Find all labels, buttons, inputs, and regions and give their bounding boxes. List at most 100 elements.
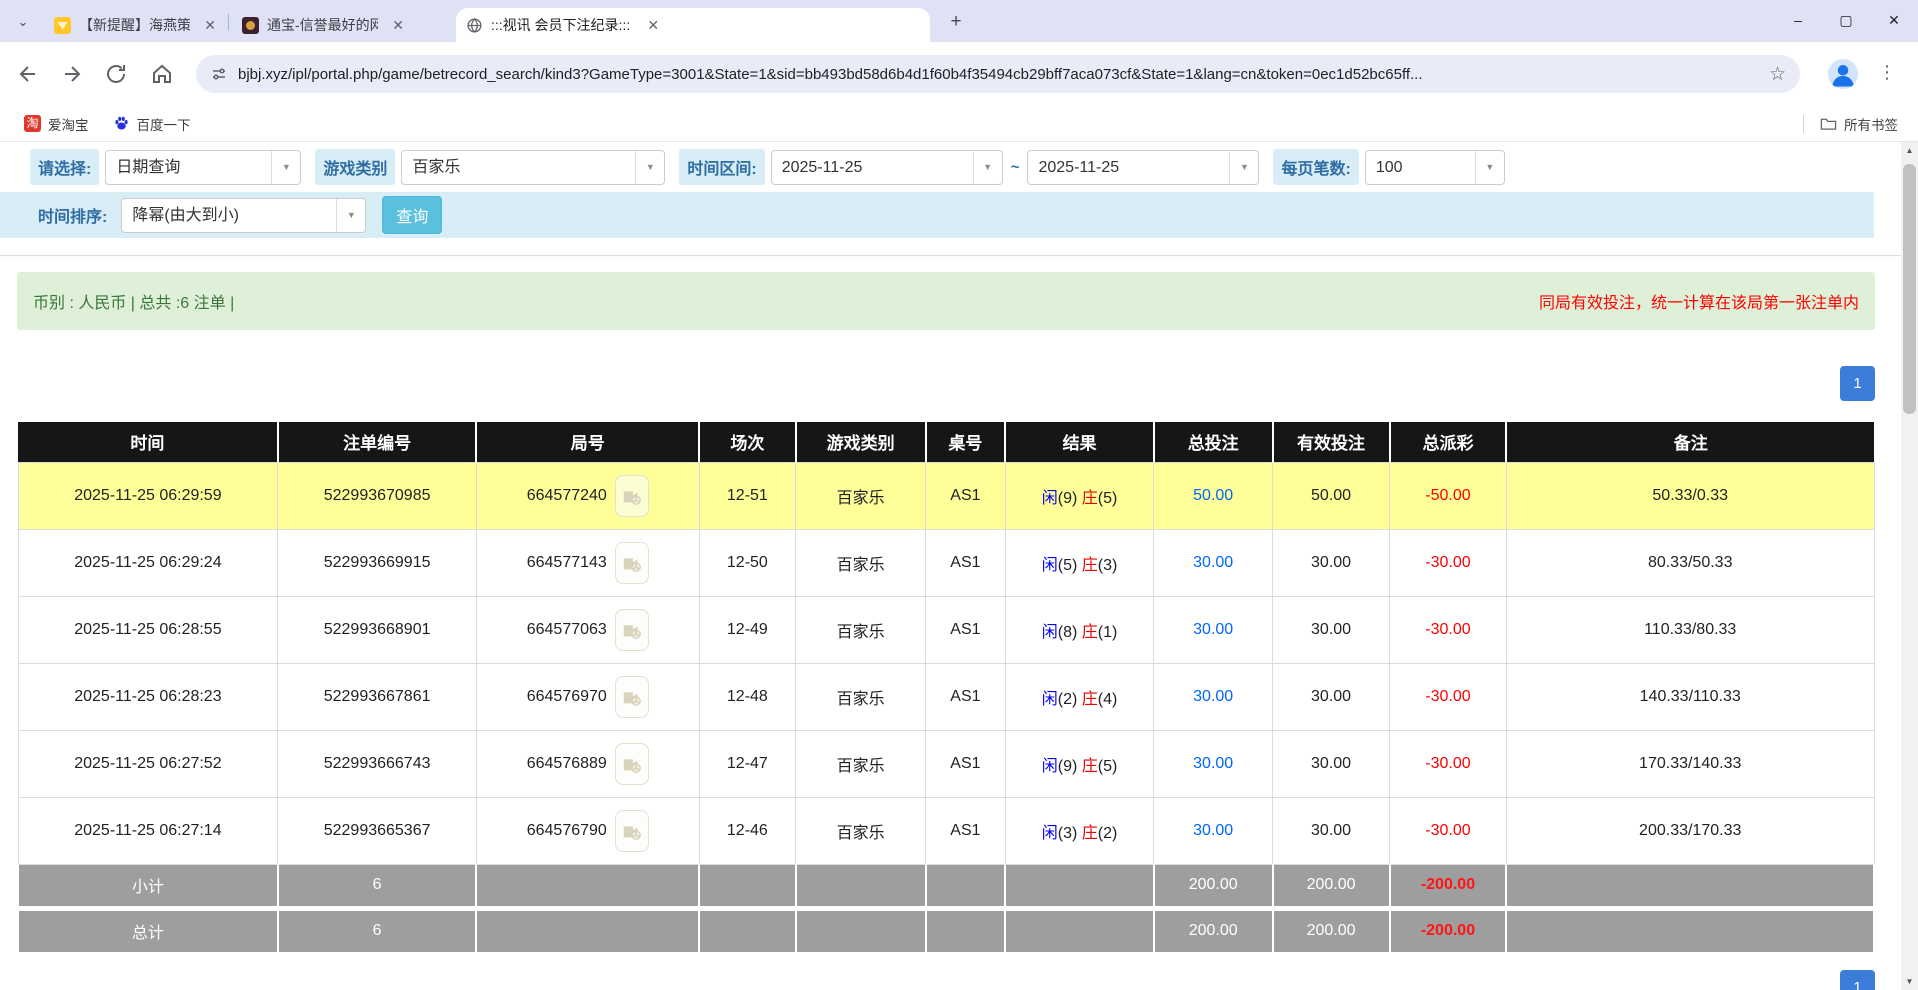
date-to-select[interactable]: 2025-11-25▼ — [1027, 150, 1259, 185]
reload-icon[interactable] — [102, 60, 130, 88]
table-cell: -200.00 — [1390, 908, 1507, 952]
game-type-select[interactable]: 百家乐▼ — [401, 150, 665, 185]
tab-close-icon[interactable]: ✕ — [392, 16, 404, 34]
table-header-row: 时间注单编号局号场次游戏类别桌号结果总投注有效投注总派彩备注 — [18, 422, 1874, 462]
tab-close-icon[interactable]: ✕ — [204, 16, 216, 34]
chevron-down-icon: ▼ — [1229, 151, 1258, 184]
close-button[interactable]: ✕ — [1870, 0, 1918, 42]
table-cell: 522993668901 — [278, 596, 477, 663]
tab-forum[interactable]: 【新提醒】海燕策略论坛 - 综合 ✕ — [44, 8, 226, 42]
table-cell: 2025-11-25 06:27:14 — [18, 797, 278, 864]
table-cell: 522993665367 — [278, 797, 477, 864]
profile-avatar[interactable] — [1828, 59, 1858, 89]
table-cell: 百家乐 — [796, 730, 926, 797]
game-type-label: 游戏类别 — [315, 149, 395, 185]
chevron-down-icon: ▼ — [271, 151, 300, 184]
page-size-label: 每页笔数: — [1273, 149, 1358, 185]
table-cell: 百家乐 — [796, 797, 926, 864]
table-cell — [796, 908, 926, 952]
browser-window: ⌄ 【新提醒】海燕策略论坛 - 综合 ✕ 通宝-信誉最好的网上游戏平台 ✕ ::… — [0, 0, 1918, 990]
tab-search-chevron-icon[interactable]: ⌄ — [12, 11, 34, 33]
video-replay-icon[interactable] — [615, 609, 649, 651]
filter-row-2: 时间排序: 降幂(由大到小)▼ 查询 — [0, 192, 1874, 238]
table-cell: AS1 — [926, 730, 1006, 797]
back-icon[interactable] — [14, 60, 42, 88]
sort-select[interactable]: 降幂(由大到小)▼ — [121, 198, 366, 233]
table-cell: 30.00 — [1154, 663, 1273, 730]
minimize-button[interactable]: – — [1774, 0, 1822, 42]
vertical-scrollbar[interactable]: ▲ ▼ — [1901, 142, 1918, 990]
tab-tongbao[interactable]: 通宝-信誉最好的网上游戏平台 ✕ — [232, 8, 414, 42]
table-cell: 12-49 — [699, 596, 796, 663]
address-bar[interactable]: bjbj.xyz/ipl/portal.php/game/betrecord_s… — [196, 55, 1800, 93]
table-cell: 30.00 — [1154, 797, 1273, 864]
menu-kebab-icon[interactable]: ⋮ — [1878, 62, 1896, 83]
column-header: 结果 — [1005, 422, 1153, 462]
video-replay-icon[interactable] — [615, 676, 649, 718]
video-replay-icon[interactable] — [615, 743, 649, 785]
query-type-select[interactable]: 日期查询▼ — [105, 150, 301, 185]
maximize-button[interactable]: ▢ — [1822, 0, 1870, 42]
all-bookmarks[interactable]: 所有书签 — [1803, 114, 1898, 134]
folder-icon — [1820, 116, 1837, 131]
table-cell: 12-51 — [699, 462, 796, 529]
table-cell: 小计 — [18, 864, 278, 908]
table-cell: 522993667861 — [278, 663, 477, 730]
table-cell: 12-50 — [699, 529, 796, 596]
date-from-select[interactable]: 2025-11-25▼ — [771, 150, 1003, 185]
pagination-page-1-top[interactable]: 1 — [1840, 366, 1875, 401]
tune-icon[interactable] — [210, 65, 228, 83]
bookmark-baidu[interactable]: 百度一下 — [113, 114, 191, 134]
table-row: 2025-11-25 06:29:59522993670985664577240… — [18, 462, 1874, 529]
table-cell: 2025-11-25 06:29:24 — [18, 529, 278, 596]
column-header: 有效投注 — [1273, 422, 1390, 462]
home-icon[interactable] — [148, 60, 176, 88]
scroll-down-icon[interactable]: ▼ — [1901, 973, 1918, 990]
video-replay-icon[interactable] — [615, 475, 649, 517]
table-cell: 30.00 — [1273, 529, 1390, 596]
currency-summary: 币别 : 人民币 | 总共 :6 注单 | — [33, 289, 234, 313]
scroll-up-icon[interactable]: ▲ — [1901, 142, 1918, 159]
table-cell: -30.00 — [1390, 797, 1507, 864]
tilde-separator: ~ — [1011, 159, 1020, 176]
video-replay-icon[interactable] — [615, 810, 649, 852]
warning-note: 同局有效投注，统一计算在该局第一张注单内 — [1539, 289, 1859, 313]
table-row: 2025-11-25 06:27:52522993666743664576889… — [18, 730, 1874, 797]
result-cell: 闲(8) 庄(1) — [1005, 596, 1153, 663]
table-cell: 30.00 — [1273, 730, 1390, 797]
table-cell — [796, 864, 926, 908]
url-text[interactable]: bjbj.xyz/ipl/portal.php/game/betrecord_s… — [238, 66, 1759, 83]
globe-icon — [466, 17, 483, 34]
table-footer-row: 小计6200.00200.00-200.00 — [18, 864, 1874, 908]
tab-close-icon[interactable]: ✕ — [644, 16, 662, 34]
table-cell: 6 — [278, 864, 477, 908]
bookmark-star-icon[interactable]: ☆ — [1769, 63, 1786, 86]
table-cell: 百家乐 — [796, 529, 926, 596]
table-cell: 30.00 — [1154, 730, 1273, 797]
column-header: 桌号 — [926, 422, 1006, 462]
table-cell — [699, 864, 796, 908]
column-header: 场次 — [699, 422, 796, 462]
pagination-page-1-bottom[interactable]: 1 — [1840, 970, 1875, 990]
page-size-select[interactable]: 100▼ — [1365, 150, 1505, 185]
scrollbar-thumb[interactable] — [1903, 164, 1916, 414]
table-cell: 2025-11-25 06:28:23 — [18, 663, 278, 730]
bookmark-taobao[interactable]: 淘 爱淘宝 — [24, 114, 89, 134]
query-button[interactable]: 查询 — [382, 196, 442, 234]
table-cell — [1506, 864, 1874, 908]
tab-bet-record[interactable]: :::视讯 会员下注纪录::: ✕ — [456, 8, 930, 42]
table-cell — [476, 864, 699, 908]
forward-icon[interactable] — [58, 60, 86, 88]
table-cell: 30.00 — [1154, 596, 1273, 663]
new-tab-button[interactable]: + — [944, 10, 968, 34]
table-cell: 50.00 — [1273, 462, 1390, 529]
table-cell: 200.00 — [1273, 864, 1390, 908]
column-header: 时间 — [18, 422, 278, 462]
table-cell: -200.00 — [1390, 864, 1507, 908]
column-header: 局号 — [476, 422, 699, 462]
video-replay-icon[interactable] — [615, 542, 649, 584]
table-row: 2025-11-25 06:28:55522993668901664577063… — [18, 596, 1874, 663]
table-cell: 百家乐 — [796, 596, 926, 663]
table-cell: 522993666743 — [278, 730, 477, 797]
tab-divider — [228, 14, 229, 30]
